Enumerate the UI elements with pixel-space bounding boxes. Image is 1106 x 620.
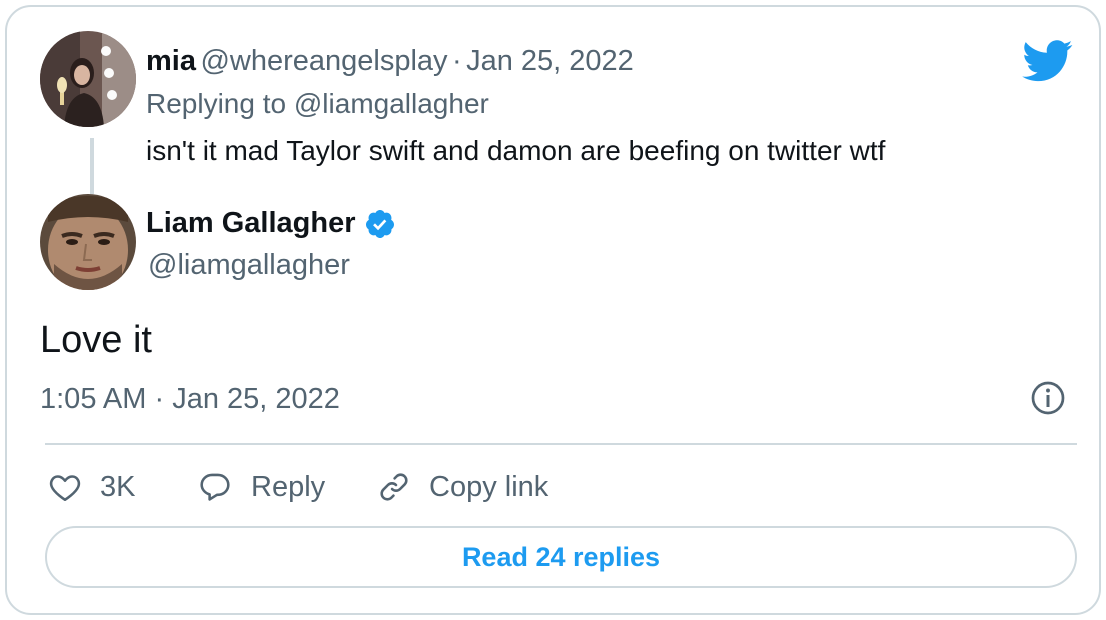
- read-replies-button[interactable]: Read 24 replies: [45, 526, 1077, 588]
- tweet-time: 1:05 AM: [40, 383, 147, 415]
- main-tweet-text: Love it: [40, 319, 152, 361]
- read-replies-label: Read 24 replies: [461, 541, 661, 572]
- reply-date[interactable]: Jan 25, 2022: [466, 45, 634, 77]
- thread-connector-line: [90, 138, 94, 194]
- copy-link-label: Copy link: [429, 470, 549, 503]
- reply-button[interactable]: Reply: [197, 467, 325, 507]
- replying-to-line: Replying to @liamgallagher: [146, 88, 489, 120]
- reply-author-handle[interactable]: @whereangelsplay: [200, 45, 447, 77]
- replying-to-handle[interactable]: @liamgallagher: [294, 88, 489, 119]
- avatar[interactable]: [40, 31, 136, 127]
- like-count: 3K: [100, 470, 136, 503]
- tweet-date: Jan 25, 2022: [172, 383, 340, 415]
- twitter-bird-icon[interactable]: [1022, 40, 1074, 82]
- avatar[interactable]: [40, 194, 136, 290]
- main-author-handle[interactable]: @liamgallagher: [148, 249, 350, 282]
- speech-bubble-icon: [200, 473, 230, 501]
- verified-badge-icon: [365, 209, 394, 238]
- main-tweet-author: Liam Gallagher: [146, 207, 396, 240]
- tweet-embed-card: mia @whereangelsplay · Jan 25, 2022 Repl…: [5, 5, 1101, 615]
- avatar-photo-mia: [40, 31, 136, 127]
- info-icon[interactable]: [1030, 380, 1066, 416]
- avatar-photo-liam: [40, 194, 136, 290]
- reply-label: Reply: [251, 470, 326, 503]
- main-author-name[interactable]: Liam Gallagher: [146, 207, 356, 240]
- tweet-timestamp[interactable]: 1:05 AM · Jan 25, 2022: [40, 383, 340, 416]
- like-button[interactable]: 3K: [48, 467, 135, 507]
- separator-dot: ·: [154, 383, 165, 415]
- reply-author-name[interactable]: mia: [146, 45, 196, 77]
- heart-icon: [49, 475, 81, 502]
- copy-link-button[interactable]: Copy link: [377, 467, 548, 507]
- reply-tweet-text: isn't it mad Taylor swift and damon are …: [146, 135, 886, 166]
- replying-to-prefix: Replying to: [146, 88, 287, 119]
- divider: [45, 443, 1077, 445]
- separator-dot: ·: [451, 45, 462, 77]
- reply-tweet-header: mia @whereangelsplay · Jan 25, 2022: [146, 45, 634, 78]
- link-icon: [380, 473, 408, 501]
